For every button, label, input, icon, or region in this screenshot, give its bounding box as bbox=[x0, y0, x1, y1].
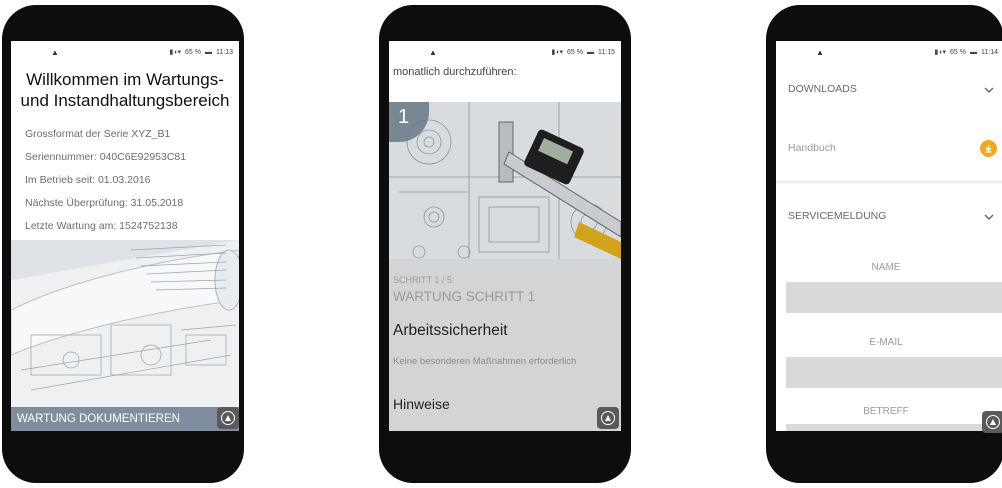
service-report-header[interactable]: SERVICEMELDUNG bbox=[788, 210, 886, 222]
fab-button[interactable] bbox=[982, 411, 1002, 433]
download-icon[interactable] bbox=[980, 140, 997, 157]
subject-label: BETREFF bbox=[863, 406, 909, 417]
status-bar: ▲ ▮◖▾ 65 % ▬ 11:13 bbox=[11, 41, 239, 63]
status-bar: ▲ ▮◖▾ 65 % ▬ 11:15 bbox=[389, 41, 621, 63]
email-field[interactable] bbox=[786, 357, 1002, 388]
info-serial-number: Seriennummer: 040C6E92953C81 bbox=[25, 151, 187, 163]
signal-icon: ▮◖▾ bbox=[934, 49, 947, 56]
clock: 11:15 bbox=[598, 48, 615, 56]
step-counter: SCHRITT 1 / 5: bbox=[393, 275, 455, 285]
phone-welcome: ▲ ▮◖▾ 65 % ▬ 11:13 Willkommen im Wartung… bbox=[2, 5, 244, 483]
name-field[interactable] bbox=[786, 282, 1002, 313]
chevron-down-icon[interactable] bbox=[984, 212, 994, 222]
service-report-section: SERVICEMELDUNG NAME E-MAIL BETREFF bbox=[776, 184, 1002, 431]
signal-icon: ▮◖▾ bbox=[169, 49, 182, 56]
signal-icon: ▮◖▾ bbox=[551, 49, 564, 56]
email-label: E-MAIL bbox=[869, 337, 903, 348]
notification-icon: ▲ bbox=[429, 47, 437, 57]
chevron-down-icon[interactable] bbox=[984, 85, 994, 95]
clock: 11:14 bbox=[981, 48, 998, 56]
document-maintenance-button[interactable]: WARTUNG DOKUMENTIEREN bbox=[11, 407, 239, 431]
compass-icon bbox=[221, 411, 235, 425]
intro-text: monatlich durchzuführen: bbox=[393, 66, 517, 78]
notification-icon: ▲ bbox=[816, 47, 824, 57]
fab-button[interactable] bbox=[597, 407, 619, 429]
blueprint-photo bbox=[11, 240, 239, 407]
phone-maintenance-step: ▲ ▮◖▾ 65 % ▬ 11:15 monatlich durchzuführ… bbox=[379, 5, 631, 483]
status-bar: ▲ ▮◖▾ 65 % ▬ 11:14 bbox=[776, 41, 1002, 63]
battery-level: 65 % bbox=[185, 48, 201, 56]
phone-service: ▲ ▮◖▾ 65 % ▬ 11:14 DOWNLOADS Handbuch SE… bbox=[766, 5, 1002, 483]
notification-icon: ▲ bbox=[51, 47, 59, 57]
clock: 11:13 bbox=[216, 48, 233, 56]
battery-icon: ▬ bbox=[587, 48, 594, 56]
step-title: WARTUNG SCHRITT 1 bbox=[393, 289, 536, 304]
downloads-section: DOWNLOADS Handbuch bbox=[776, 63, 1002, 181]
info-in-operation-since: Im Betrieb seit: 01.03.2016 bbox=[25, 174, 151, 186]
name-label: NAME bbox=[871, 262, 901, 273]
downloads-header[interactable]: DOWNLOADS bbox=[788, 83, 857, 95]
battery-icon: ▬ bbox=[205, 48, 212, 56]
section-heading-notes: Hinweise bbox=[393, 396, 450, 412]
section-heading-safety: Arbeitssicherheit bbox=[393, 322, 508, 339]
battery-icon: ▬ bbox=[970, 48, 977, 56]
screen-welcome: ▲ ▮◖▾ 65 % ▬ 11:13 Willkommen im Wartung… bbox=[11, 41, 239, 431]
battery-level: 65 % bbox=[950, 48, 966, 56]
fab-button[interactable] bbox=[217, 407, 239, 429]
page-title: Willkommen im Wartungs- und Instandhaltu… bbox=[20, 70, 230, 110]
screen-service: ▲ ▮◖▾ 65 % ▬ 11:14 DOWNLOADS Handbuch SE… bbox=[776, 41, 1002, 431]
compass-icon bbox=[986, 415, 1000, 429]
divider bbox=[776, 181, 1002, 182]
caliper-photo: 1 bbox=[389, 102, 621, 259]
info-series: Grossformat der Serie XYZ_B1 bbox=[25, 128, 171, 140]
info-next-inspection: Nächste Überprüfung: 31.05.2018 bbox=[25, 197, 184, 209]
section-text-safety: Keine besonderen Maßnahmen erforderlich bbox=[393, 356, 577, 367]
info-last-maintenance: Letzte Wartung am: 1524752138 bbox=[25, 220, 178, 232]
handbook-label: Handbuch bbox=[788, 142, 836, 154]
screen-maintenance-step: ▲ ▮◖▾ 65 % ▬ 11:15 monatlich durchzuführ… bbox=[389, 41, 621, 431]
device-info-list: Grossformat der Serie XYZ_B1 Seriennumme… bbox=[25, 123, 186, 238]
subject-field[interactable] bbox=[786, 424, 1002, 431]
compass-icon bbox=[601, 411, 615, 425]
battery-level: 65 % bbox=[567, 48, 583, 56]
